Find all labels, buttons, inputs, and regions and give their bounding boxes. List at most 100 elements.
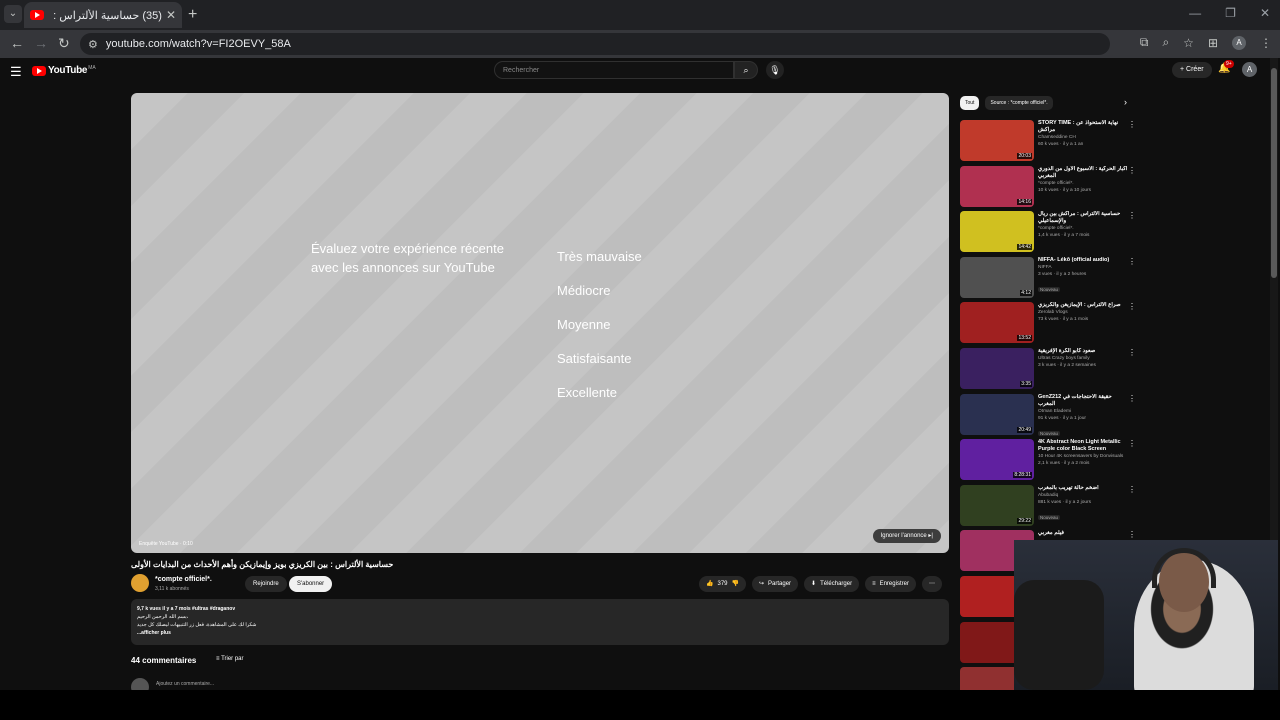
survey-option-very-bad[interactable]: Très mauvaise <box>557 247 642 266</box>
new-tab-button[interactable]: + <box>188 6 197 24</box>
channel-avatar[interactable] <box>131 574 149 592</box>
video-thumbnail[interactable]: 8:28:31 <box>960 439 1034 481</box>
browser-menu-icon[interactable]: ⋮ <box>1260 36 1272 50</box>
reload-icon[interactable]: ↻ <box>58 35 70 52</box>
skip-ad-button[interactable]: Ignorer l'annonce ▸| <box>872 529 941 543</box>
chip-source[interactable]: Source : *compte officiel*. <box>985 96 1053 110</box>
youtube-favicon-icon <box>30 10 44 20</box>
search-icon[interactable]: ⌕ <box>734 61 758 79</box>
webcam-background-chair <box>1014 580 1104 690</box>
video-thumbnail[interactable]: 20:03 <box>960 120 1034 161</box>
notification-count-badge: 9+ <box>1224 60 1234 68</box>
recommendation-info: صراع الألتراس : الإيمازيغن والكريزي Zerol… <box>1038 302 1130 348</box>
recommendation-item[interactable]: 14:16 أكبار الحركية : الأسبوع الأول من ال… <box>960 165 1140 212</box>
extensions-icon[interactable]: ⊞ <box>1208 36 1218 50</box>
bookmark-star-icon[interactable]: ☆ <box>1183 36 1194 50</box>
thumbs-up-icon: 👍 <box>706 581 714 587</box>
survey-option-satisfactory[interactable]: Satisfaisante <box>557 349 642 368</box>
hamburger-menu-icon[interactable]: ☰ <box>10 64 22 80</box>
minimize-icon[interactable]: — <box>1189 6 1201 20</box>
tab-close-icon[interactable]: ✕ <box>166 8 176 22</box>
recommendation-info: GenZ212 حقيقة الاحتجاجات في المغرب Otman … <box>1038 394 1130 440</box>
chip-all[interactable]: Tout <box>960 96 980 110</box>
chevron-right-icon[interactable]: › <box>1124 97 1127 107</box>
recommendation-item[interactable]: 20:03 STORY TIME : نهاية الاستحواذ عن مرا… <box>960 120 1140 166</box>
thumbs-down-icon[interactable]: 👎 <box>732 576 739 592</box>
youtube-logo[interactable]: YouTube MA <box>32 65 96 76</box>
recommendation-info: أضخم حالة تهريب بالمغرب Abubadiq 881 k vue… <box>1038 485 1130 531</box>
survey-option-average[interactable]: Moyenne <box>557 315 642 334</box>
ad-survey-question: Évaluez votre expérience récente avec le… <box>311 241 504 275</box>
sort-comments-button[interactable]: ≡ Trier par <box>216 656 244 662</box>
comment-input[interactable]: Ajoutez un commentaire... <box>156 681 214 687</box>
address-bar[interactable]: ⚙ youtube.com/watch?v=FI2OEVY_58A <box>80 33 1110 55</box>
site-info-icon[interactable]: ⚙ <box>88 38 98 51</box>
video-thumbnail[interactable]: 4:12 <box>960 256 1034 298</box>
video-duration: 14:42 <box>1017 244 1032 251</box>
recommendation-title: 4K Abstract Neon Light Metallic Purple c… <box>1038 439 1121 453</box>
more-options-icon[interactable]: ⋮ <box>1128 211 1136 220</box>
video-thumbnail[interactable]: 14:16 <box>960 165 1034 207</box>
account-avatar[interactable]: A <box>1242 62 1257 77</box>
video-duration: 20:49 <box>1017 426 1032 433</box>
recommendation-item[interactable]: 4:12 NIFFA- Lékô (official audio) NIFFA 3 v… <box>960 256 1140 303</box>
more-options-icon[interactable]: ⋮ <box>1128 348 1136 357</box>
more-options-icon[interactable]: ⋮ <box>1128 394 1136 403</box>
description-box[interactable]: 9,7 k vues il y a 7 mois #ultras #dragan… <box>131 599 949 645</box>
scrollbar-thumb[interactable] <box>1271 68 1277 278</box>
description-line-1: بسم الله الرحمن الرحيم، <box>137 614 189 620</box>
survey-option-excellent[interactable]: Excellente <box>557 383 642 402</box>
more-actions-icon[interactable]: ⋯ <box>921 576 942 592</box>
browser-tab[interactable]: (35) حساسية الألتراس : بين الكريز ✕ <box>24 2 182 28</box>
create-button[interactable]: + Créer <box>1172 62 1212 78</box>
more-options-icon[interactable]: ⋮ <box>1128 120 1136 129</box>
close-window-icon[interactable]: ✕ <box>1260 6 1270 20</box>
recommendation-item[interactable]: 8:28:31 4K Abstract Neon Light Metallic P… <box>960 439 1140 485</box>
recommendation-item[interactable]: 29:22 أضخم حالة تهريب بالمغرب Abubadiq 881 … <box>960 484 1140 531</box>
download-button[interactable]: ⬇ Télécharger <box>804 576 860 592</box>
subscribe-button[interactable]: S'abonner <box>289 576 333 592</box>
more-options-icon[interactable]: ⋮ <box>1128 166 1136 175</box>
recommendation-meta: 881 k vues · il y a 2 jours <box>1038 499 1092 505</box>
webcam-overlay <box>1014 540 1278 690</box>
more-options-icon[interactable]: ⋮ <box>1128 530 1136 539</box>
like-button[interactable]: 👍 379 👎 <box>699 576 746 592</box>
install-app-icon[interactable]: ⧉ <box>1140 35 1149 50</box>
video-thumbnail[interactable]: 20:49 <box>960 393 1034 435</box>
share-button[interactable]: ↪ Partager <box>751 576 799 592</box>
maximize-icon[interactable]: ❐ <box>1225 6 1236 20</box>
back-icon[interactable]: ← <box>10 35 24 51</box>
more-options-icon[interactable]: ⋮ <box>1128 485 1136 494</box>
more-options-icon[interactable]: ⋮ <box>1128 439 1136 448</box>
recommendation-meta: 3 k vues · il y a 2 semaines <box>1038 362 1096 368</box>
channel-name[interactable]: *compte officiel*. <box>155 576 212 583</box>
zoom-icon[interactable]: ⌕ <box>1162 35 1169 50</box>
youtube-play-icon <box>32 65 46 76</box>
video-thumbnail[interactable]: 3:35 <box>960 347 1034 389</box>
recommendation-item[interactable]: 13:52 صراع الألتراس : الإيمازيغن والكريزي… <box>960 302 1140 348</box>
join-button[interactable]: Rejoindre <box>245 576 287 592</box>
headset-icon <box>1152 548 1216 588</box>
browser-tab-strip: ⌄ (35) حساسية الألتراس : بين الكريز ✕ + … <box>0 0 1280 30</box>
recommendation-item[interactable]: 20:49 GenZ212 حقيقة الاحتجاجات في المغرب O… <box>960 393 1140 440</box>
video-thumbnail[interactable]: 14:42 <box>960 211 1034 253</box>
video-duration: 4:12 <box>1020 289 1032 296</box>
video-thumbnail[interactable]: 29:22 <box>960 484 1034 526</box>
more-options-icon[interactable]: ⋮ <box>1128 257 1136 266</box>
survey-option-poor[interactable]: Médiocre <box>557 281 642 300</box>
video-player[interactable]: Évaluez votre expérience récente avec le… <box>131 93 949 553</box>
search-input[interactable]: Rechercher <box>494 61 734 79</box>
show-more-link[interactable]: ...afficher plus <box>137 630 171 636</box>
tab-search-button[interactable]: ⌄ <box>4 5 22 23</box>
forward-icon[interactable]: → <box>34 35 48 51</box>
more-options-icon[interactable]: ⋮ <box>1128 302 1136 311</box>
save-button[interactable]: ≡ Enregistrer <box>865 576 916 592</box>
recommendation-item[interactable]: 3:35 صعود كابو الكرة الإفريقية Ultras Craz… <box>960 347 1140 394</box>
recommendation-item[interactable]: 14:42 حساسية الألتراس : مراكش بين ريال وا… <box>960 211 1140 257</box>
url-text[interactable]: youtube.com/watch?v=FI2OEVY_58A <box>106 38 291 50</box>
subscriber-count: 3,11 k abonnés <box>155 586 189 592</box>
microphone-icon[interactable]: 🎙 <box>766 61 784 79</box>
ad-background <box>131 93 949 553</box>
browser-profile-avatar[interactable]: A <box>1232 35 1246 50</box>
video-thumbnail[interactable]: 13:52 <box>960 302 1034 344</box>
